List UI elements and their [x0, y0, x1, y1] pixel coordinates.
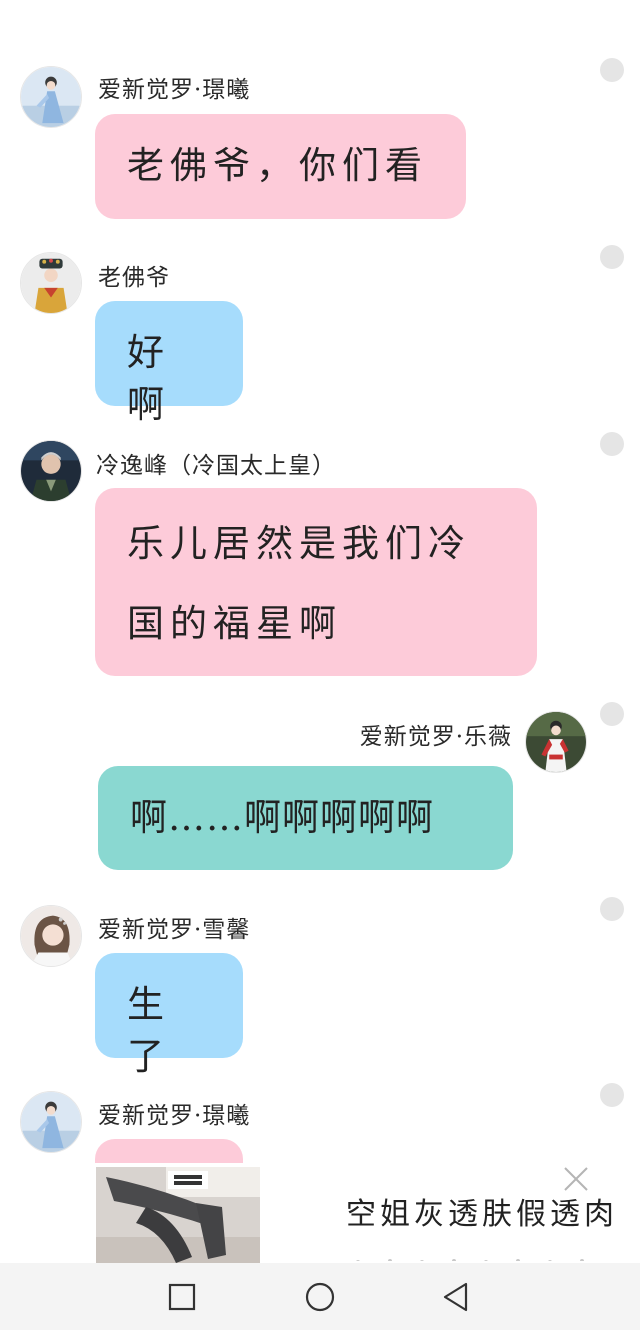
sender-name: 老佛爷 [98, 265, 170, 291]
status-dot-icon [600, 702, 624, 726]
status-dot-icon [600, 1083, 624, 1107]
avatar-woman-blue-robe-icon [21, 1092, 81, 1152]
sender-name: 爱新觉罗·乐薇 [359, 724, 512, 750]
status-dot-icon [600, 58, 624, 82]
avatar-woman-light-icon [21, 906, 81, 966]
sender-name: 爱新觉罗·雪馨 [98, 917, 251, 943]
ad-title[interactable]: 空姐灰透肤假透肉 [346, 1189, 618, 1233]
message-line: 国的福星啊 [127, 602, 342, 645]
ad-subtitle-fragment [350, 1251, 612, 1261]
avatar[interactable] [525, 711, 587, 773]
avatar-man-dark-icon [21, 441, 81, 501]
home-button[interactable] [302, 1279, 338, 1315]
ad-subtitle-faded-text [356, 1259, 584, 1261]
sender-name: 爱新觉罗·璟曦 [98, 1103, 251, 1129]
avatar[interactable] [20, 905, 82, 967]
message-bubble[interactable]: 老佛爷，你们看 [95, 114, 466, 219]
message-line: 乐儿居然是我们冷 [127, 522, 471, 565]
avatar[interactable] [20, 66, 82, 128]
status-dot-icon [600, 432, 624, 456]
avatar-girl-red-white-icon [526, 712, 586, 772]
message-bubble[interactable]: 啊……啊啊啊啊啊 [98, 766, 513, 870]
message-bubble[interactable]: 好啊 [95, 301, 243, 426]
avatar[interactable] [20, 252, 82, 314]
avatar-empress-headdress-icon [21, 253, 81, 313]
recent-apps-button[interactable] [164, 1279, 200, 1315]
ad-banner[interactable]: 空姐灰透肤假透肉 [0, 1163, 640, 1263]
close-icon[interactable] [562, 1165, 590, 1193]
circle-home-icon [305, 1282, 335, 1312]
triangle-back-icon [443, 1282, 468, 1312]
sender-name: 爱新觉罗·璟曦 [98, 77, 251, 103]
back-button[interactable] [438, 1279, 474, 1315]
avatar[interactable] [20, 1091, 82, 1153]
status-dot-icon [600, 897, 624, 921]
sender-name: 冷逸峰（冷国太上皇） [96, 453, 336, 479]
ad-thumbnail[interactable] [96, 1167, 260, 1263]
square-recent-apps-icon [168, 1283, 196, 1311]
avatar[interactable] [20, 440, 82, 502]
message-bubble[interactable]: 生了 [95, 953, 243, 1078]
system-nav-bar [0, 1263, 640, 1330]
message-bubble[interactable]: 乐儿居然是我们冷 国的福星啊 [95, 488, 537, 676]
avatar-woman-blue-robe-icon [21, 67, 81, 127]
status-dot-icon [600, 245, 624, 269]
stockings-photo-icon [96, 1167, 260, 1263]
